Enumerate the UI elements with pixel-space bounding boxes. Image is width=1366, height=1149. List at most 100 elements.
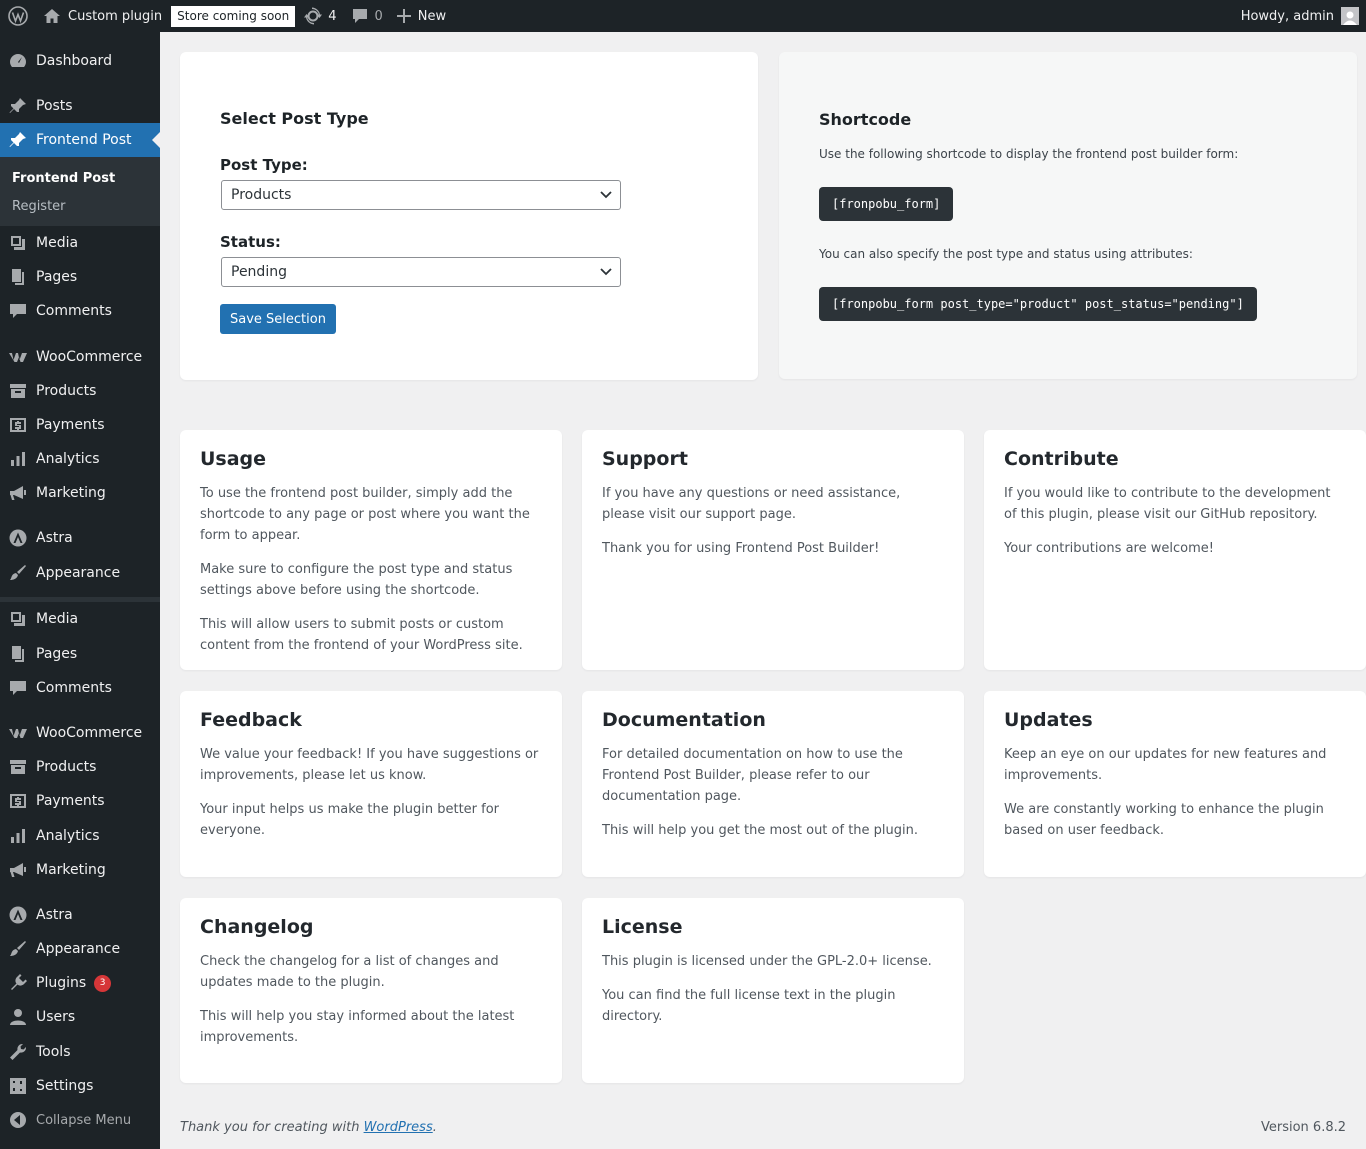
- sidebar-item-label: Plugins: [36, 975, 87, 991]
- pages-icon: [0, 267, 36, 287]
- updates-count: 4: [328, 8, 337, 24]
- sidebar-item-astra[interactable]: Astra: [0, 521, 160, 555]
- dollar-icon: [0, 415, 36, 435]
- sidebar-item-analytics[interactable]: Analytics: [0, 819, 160, 853]
- sidebar-item-astra[interactable]: Astra: [0, 898, 160, 932]
- sidebar-item-frontend-post[interactable]: Frontend Post: [0, 123, 160, 157]
- comments-link[interactable]: 0: [344, 0, 390, 32]
- submenu-item-frontend-post[interactable]: Frontend Post: [12, 171, 115, 186]
- bar-chart-icon: [0, 826, 36, 846]
- info-card-paragraph: Your contributions are welcome!: [1004, 541, 1214, 556]
- store-status-badge[interactable]: Store coming soon: [171, 5, 296, 27]
- info-card-paragraph: We value your feedback! If you have sugg…: [200, 747, 539, 783]
- info-card-body: Contribute If you would like to contribut…: [984, 430, 1366, 590]
- comments-count: 0: [374, 8, 383, 24]
- sidebar-item-products[interactable]: Products: [0, 374, 160, 408]
- dashboard-icon: [0, 51, 36, 71]
- documentation-card: Documentation For detailed documentation …: [582, 691, 964, 877]
- howdy-text: Howdy, admin: [1240, 8, 1334, 24]
- version-text: Version 6.8.2: [1260, 1120, 1346, 1135]
- user-icon: [0, 1007, 36, 1027]
- sidebar-item-woocommerce[interactable]: WooCommerce: [0, 716, 160, 750]
- sidebar-item-appearance[interactable]: Appearance: [0, 556, 160, 590]
- post-type-label: Post Type:: [220, 156, 308, 174]
- collapse-icon: [0, 1110, 36, 1130]
- footer-thanks-prefix: Thank you for creating with: [180, 1120, 364, 1135]
- plugin-icon: [0, 973, 36, 993]
- sidebar-item-marketing[interactable]: Marketing: [0, 853, 160, 887]
- sidebar-item-label: Users: [36, 1009, 76, 1025]
- sidebar-item-label: Products: [36, 383, 97, 399]
- sidebar-item-media[interactable]: Media: [0, 226, 160, 260]
- new-label: New: [417, 8, 447, 24]
- sidebar-item-label: Posts: [36, 98, 73, 114]
- info-card-title: Contribute: [1004, 448, 1119, 470]
- sidebar-item-label: Comments: [36, 303, 112, 319]
- post-type-select[interactable]: Products: [221, 180, 621, 210]
- sidebar-item-payments[interactable]: Payments: [0, 408, 160, 442]
- sidebar-item-pages[interactable]: Pages: [0, 260, 160, 294]
- collapse-menu-label: Collapse Menu: [36, 1112, 132, 1128]
- sidebar-item-products[interactable]: Products: [0, 750, 160, 784]
- wordpress-logo-icon[interactable]: [0, 0, 36, 32]
- sidebar-item-label: Payments: [36, 417, 105, 433]
- collapse-menu-button[interactable]: Collapse Menu: [0, 1103, 160, 1137]
- select-post-type-title: Select Post Type: [220, 109, 369, 128]
- sidebar-item-dashboard[interactable]: Dashboard: [0, 44, 160, 78]
- sidebar-item-plugins[interactable]: Plugins 3: [0, 966, 160, 1000]
- site-name-link[interactable]: Custom plugin: [36, 0, 169, 32]
- bar-chart-icon: [0, 449, 36, 469]
- shortcode-attr-text: You can also specify the post type and s…: [819, 247, 1193, 261]
- contribute-card: Contribute If you would like to contribut…: [984, 430, 1366, 670]
- sidebar-item-payments[interactable]: Payments: [0, 784, 160, 818]
- sidebar-item-comments[interactable]: Comments: [0, 671, 160, 705]
- sidebar-item-settings[interactable]: Settings: [0, 1069, 160, 1103]
- info-card-title: Support: [602, 448, 688, 470]
- sidebar-item-label: Payments: [36, 793, 105, 809]
- chevron-down-icon: [600, 268, 612, 276]
- updates-link[interactable]: 4: [297, 0, 343, 32]
- brush-icon: [0, 563, 36, 583]
- submenu-item-register[interactable]: Register: [12, 199, 66, 214]
- info-card-title: Updates: [1004, 709, 1093, 731]
- sidebar-item-analytics[interactable]: Analytics: [0, 442, 160, 476]
- sidebar-item-media[interactable]: Media: [0, 602, 160, 636]
- pin-icon: [0, 130, 36, 150]
- info-card-paragraph: This will help you stay informed about t…: [200, 1009, 515, 1045]
- info-card-paragraph: This plugin is licensed under the GPL-2.…: [602, 954, 932, 969]
- shortcode-intro: Use the following shortcode to display t…: [819, 147, 1239, 161]
- info-card-body: Feedback We value your feedback! If you h…: [180, 691, 562, 872]
- support-card: Support If you have any questions or need…: [582, 430, 964, 670]
- update-count-badge: 3: [94, 974, 112, 992]
- info-card-title: Documentation: [602, 709, 766, 731]
- info-card-paragraph: Make sure to configure the post type and…: [200, 562, 513, 598]
- sidebar-item-appearance[interactable]: Appearance: [0, 932, 160, 966]
- sidebar-item-label: Astra: [36, 907, 73, 923]
- status-select[interactable]: Pending: [221, 257, 621, 287]
- sidebar-item-label: Tools: [36, 1044, 71, 1060]
- frontend-post-submenu: Frontend Post Register: [0, 157, 160, 226]
- select-post-type-card: Select Post Type Post Type: Products Sta…: [180, 52, 758, 380]
- sidebar-item-pages[interactable]: Pages: [0, 637, 160, 671]
- info-card-paragraph: If you have any questions or need assist…: [602, 486, 901, 522]
- new-content-link[interactable]: New: [390, 0, 453, 32]
- info-card-paragraph: Check the changelog for a list of change…: [200, 954, 499, 990]
- save-selection-button[interactable]: Save Selection: [220, 304, 336, 334]
- my-account[interactable]: Howdy, admin: [1241, 0, 1359, 32]
- dollar-icon: [0, 791, 36, 811]
- sidebar-item-label: Analytics: [36, 451, 100, 467]
- sidebar-item-posts[interactable]: Posts: [0, 89, 160, 123]
- pages-icon: [0, 644, 36, 664]
- updates-card: Updates Keep an eye on our updates for ne…: [984, 691, 1366, 877]
- sidebar-item-tools[interactable]: Tools: [0, 1035, 160, 1069]
- plus-icon: [396, 9, 411, 23]
- info-card-paragraph: This will help you get the most out of t…: [602, 823, 919, 838]
- sidebar-item-comments[interactable]: Comments: [0, 294, 160, 328]
- settings-icon: [0, 1076, 36, 1096]
- sidebar-item-woocommerce[interactable]: WooCommerce: [0, 340, 160, 374]
- sidebar-item-users[interactable]: Users: [0, 1000, 160, 1034]
- wordpress-link[interactable]: WordPress: [364, 1120, 433, 1135]
- sidebar-item-marketing[interactable]: Marketing: [0, 476, 160, 510]
- sidebar-item-label: Appearance: [36, 565, 121, 581]
- archive-icon: [0, 381, 36, 401]
